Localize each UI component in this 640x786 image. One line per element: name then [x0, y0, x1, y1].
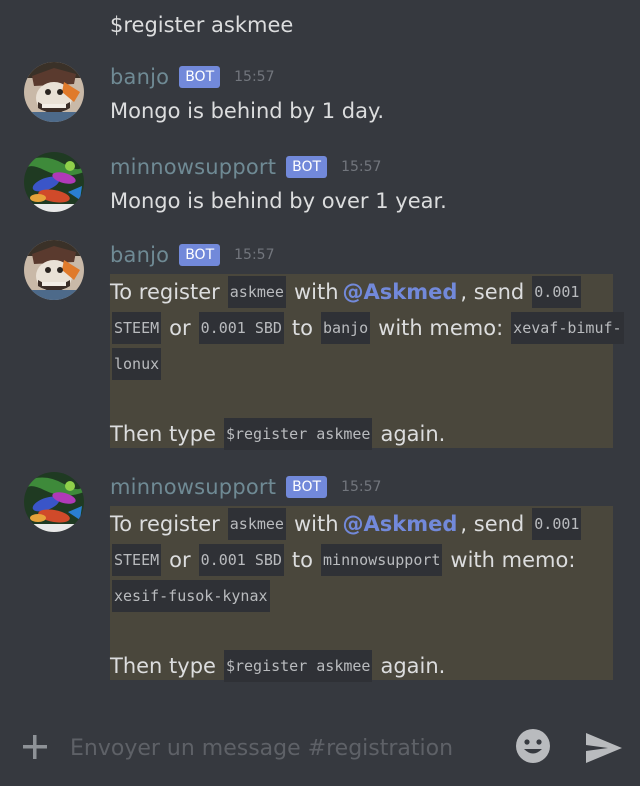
embed-text: to — [291, 316, 314, 340]
bot-badge: BOT — [286, 476, 328, 498]
author-name[interactable]: minnowsupport — [110, 475, 276, 499]
timestamp: 15:57 — [341, 159, 382, 175]
send-icon[interactable] — [584, 730, 624, 766]
timestamp: 15:57 — [234, 247, 275, 263]
message-embed: To register askmee with @Askmed, send 0.… — [110, 274, 624, 450]
message-text: Mongo is behind by 1 day. — [110, 99, 385, 123]
embed-text: or — [169, 548, 191, 572]
message-list: $register askmee banjo BOT 15:57 Mongo i… — [0, 0, 640, 712]
avatar[interactable] — [24, 240, 84, 300]
inline-code: askmee — [227, 276, 286, 308]
message-header: minnowsupport BOT 15:57 — [110, 472, 381, 502]
message-text: Mongo is behind by over 1 year. — [110, 189, 447, 213]
embed-text: , send — [460, 280, 525, 304]
embed-text: with — [293, 512, 339, 536]
plus-icon[interactable] — [20, 732, 50, 762]
embed-text: To register — [110, 512, 220, 536]
embed-text: with — [293, 280, 339, 304]
inline-code: askmee — [227, 508, 286, 540]
user-mention[interactable]: @Askmed — [343, 280, 458, 304]
embed-text: Then type — [110, 654, 216, 678]
message-header: minnowsupport BOT 15:57 — [110, 152, 381, 182]
inline-code: xevaf-bimuf- — [511, 312, 624, 344]
inline-code: xesif-fusok-kynax — [112, 580, 270, 612]
avatar[interactable] — [24, 472, 84, 532]
embed-line: STEEM or 0.001 SBD to banjo with memo: x… — [110, 310, 626, 346]
inline-code: 0.001 — [532, 508, 582, 540]
inline-code: STEEM — [112, 312, 162, 344]
embed-text: again. — [380, 422, 446, 446]
embed-text: , send — [460, 512, 525, 536]
embed-text: again. — [380, 654, 446, 678]
avatar[interactable] — [24, 62, 84, 122]
author-name[interactable]: minnowsupport — [110, 155, 276, 179]
embed-text: Then type — [110, 422, 216, 446]
embed-text: or — [169, 316, 191, 340]
embed-line: xesif-fusok-kynax — [110, 578, 272, 614]
inline-code: STEEM — [112, 544, 162, 576]
embed-line: lonux — [110, 346, 163, 382]
author-name[interactable]: banjo — [110, 65, 169, 89]
avatar[interactable] — [24, 152, 84, 212]
inline-code: lonux — [112, 348, 162, 380]
message-composer — [0, 712, 640, 786]
embed-text: to — [291, 548, 314, 572]
user-mention[interactable]: @Askmed — [343, 512, 458, 536]
inline-code: minnowsupport — [321, 544, 443, 576]
message-header: banjo BOT 15:57 — [110, 62, 275, 92]
embed-text: with memo: — [378, 316, 504, 340]
embed-line: Then type $register askmee again. — [110, 648, 445, 684]
message-embed: To register askmee with @Askmed, send 0.… — [110, 506, 613, 682]
embed-text: To register — [110, 280, 220, 304]
timestamp: 15:57 — [341, 479, 382, 495]
inline-code: 0.001 SBD — [198, 312, 284, 344]
embed-line: Then type $register askmee again. — [110, 416, 445, 452]
embed-text: with memo: — [450, 548, 576, 572]
bot-badge: BOT — [179, 66, 221, 88]
embed-line: To register askmee with @Askmed, send 0.… — [110, 506, 583, 542]
timestamp: 15:57 — [234, 69, 275, 85]
message-header: banjo BOT 15:57 — [110, 240, 275, 270]
inline-code: banjo — [321, 312, 371, 344]
emoji-icon[interactable] — [514, 727, 552, 765]
inline-code: 0.001 SBD — [198, 544, 284, 576]
inline-code: $register askmee — [223, 418, 373, 450]
embed-line: To register askmee with @Askmed, send 0.… — [110, 274, 583, 310]
inline-code: 0.001 — [532, 276, 582, 308]
bot-badge: BOT — [286, 156, 328, 178]
command-message-text: $register askmee — [110, 13, 294, 37]
bot-badge: BOT — [179, 244, 221, 266]
inline-code: $register askmee — [223, 650, 373, 682]
message-input[interactable] — [70, 730, 490, 766]
embed-line: STEEM or 0.001 SBD to minnowsupport with… — [110, 542, 575, 578]
author-name[interactable]: banjo — [110, 243, 169, 267]
